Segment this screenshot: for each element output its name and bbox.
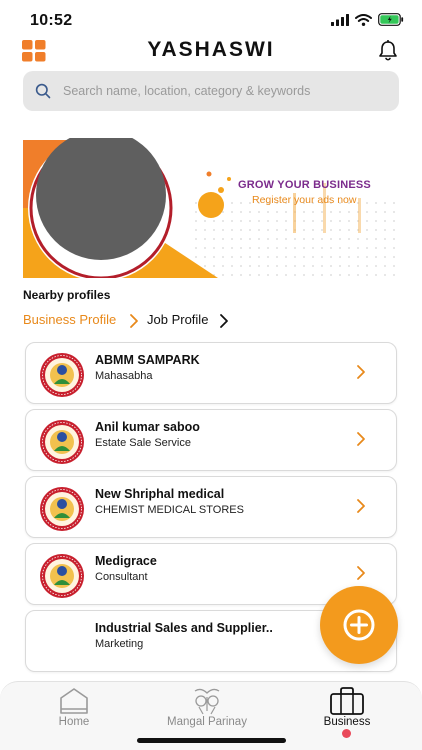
chevron-right-icon [357,566,365,580]
promo-banner[interactable]: GROW YOUR BUSINESS Register your ads now [23,138,399,278]
chevron-right-icon [357,432,365,446]
app-title: YASHASWI [147,38,275,61]
chevron-right-icon [357,499,365,513]
profile-category: Estate Sale Service [95,437,191,449]
status-time: 10:52 [30,12,73,29]
profile-name: ABMM SAMPARK [95,353,200,367]
search-input[interactable] [63,84,383,98]
tab-business-label: Business [323,716,371,728]
nearby-profiles-title: Nearby profiles [23,288,111,302]
banner-subline: Register your ads now [252,194,357,206]
profile-card[interactable]: Anil kumar saboo Estate Sale Service [25,409,397,471]
org-logo-icon [40,554,84,598]
app-header: YASHASWI [0,36,422,64]
profile-category: CHEMIST MEDICAL STORES [95,504,244,516]
tab-mangal-parinay[interactable]: Mangal Parinay [152,682,262,732]
add-profile-button[interactable] [320,586,398,664]
profile-card[interactable]: ABMM SAMPARK Mahasabha [25,342,397,404]
chevron-right-icon [220,314,228,328]
profile-category: Marketing [95,638,144,650]
tab-job-profile[interactable]: Job Profile [147,312,208,327]
profile-category: Consultant [95,571,148,583]
tab-mangal-parinay-label: Mangal Parinay [167,716,247,728]
banner-headline: GROW YOUR BUSINESS [238,179,371,191]
tab-home-label: Home [58,716,90,728]
status-icons [331,13,404,26]
org-logo-icon [40,420,84,464]
chevron-right-icon [130,314,138,328]
org-logo-icon [40,487,84,531]
wedding-icon [194,688,220,715]
search-icon [35,83,51,99]
plus-circle-icon [343,609,375,641]
briefcase-icon [330,687,364,715]
home-indicator [137,738,286,743]
bell-icon[interactable] [378,40,398,62]
profile-name: Industrial Sales and Supplier.. [95,621,273,635]
search-bar[interactable] [23,71,399,111]
org-logo-icon [40,353,84,397]
wifi-icon [355,13,372,26]
profile-name: Medigrace [95,554,157,568]
tab-business-profile[interactable]: Business Profile [23,312,116,327]
banner-graphic [23,138,399,278]
status-bar: 10:52 [0,0,422,40]
home-icon [60,688,88,714]
profile-name: Anil kumar saboo [95,420,200,434]
tab-business[interactable]: Business [306,682,388,732]
chevron-right-icon [357,365,365,379]
battery-icon [378,13,404,26]
tab-home[interactable]: Home [34,682,114,732]
profile-category: Mahasabha [95,370,153,382]
signal-icon [331,13,349,26]
profile-card[interactable]: New Shriphal medical CHEMIST MEDICAL STO… [25,476,397,538]
profile-name: New Shriphal medical [95,487,225,501]
active-tab-indicator [342,729,351,738]
